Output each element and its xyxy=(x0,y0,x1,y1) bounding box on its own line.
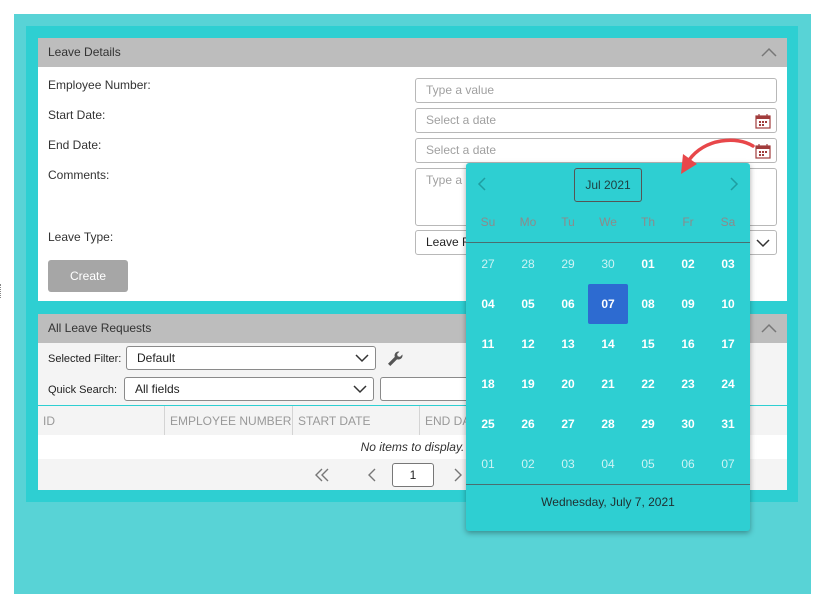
chevron-down-icon[interactable] xyxy=(353,384,367,394)
calendar-day[interactable]: 11 xyxy=(468,324,508,364)
calendar-divider xyxy=(466,242,750,243)
calendar-day-other-month[interactable]: 28 xyxy=(508,244,548,284)
calendar-day[interactable]: 22 xyxy=(628,364,668,404)
calendar-day[interactable]: 13 xyxy=(548,324,588,364)
employee-number-input[interactable]: Type a value xyxy=(415,78,777,103)
calendar-day[interactable]: 30 xyxy=(668,404,708,444)
calendar-day-other-month[interactable]: 03 xyxy=(548,444,588,484)
calendar-day[interactable]: 26 xyxy=(508,404,548,444)
first-page-icon[interactable] xyxy=(314,468,330,482)
calendar-day[interactable]: 27 xyxy=(548,404,588,444)
calendar-day-other-month[interactable]: 04 xyxy=(588,444,628,484)
page-number-input[interactable]: 1 xyxy=(392,463,434,487)
comments-label: Comments: xyxy=(48,168,110,182)
chevron-up-icon[interactable] xyxy=(761,46,777,58)
leave-details-title: Leave Details xyxy=(48,45,121,59)
splitter-handle[interactable] xyxy=(0,284,2,298)
calendar-day[interactable]: 31 xyxy=(708,404,748,444)
calendar-day-other-month[interactable]: 06 xyxy=(668,444,708,484)
leave-type-value: Leave F xyxy=(426,235,470,249)
calendar-day[interactable]: 14 xyxy=(588,324,628,364)
leave-requests-title: All Leave Requests xyxy=(48,321,152,335)
calendar-day[interactable]: 09 xyxy=(668,284,708,324)
selected-filter-label: Selected Filter: xyxy=(48,353,122,365)
annotation-arrow-icon xyxy=(681,138,755,174)
calendar-day[interactable]: 06 xyxy=(548,284,588,324)
end-date-label: End Date: xyxy=(48,138,102,152)
calendar-day[interactable]: 01 xyxy=(628,244,668,284)
weekday-label: Su xyxy=(480,215,496,229)
calendar-day-other-month[interactable]: 07 xyxy=(708,444,748,484)
calendar-day[interactable]: 03 xyxy=(708,244,748,284)
chevron-down-icon[interactable] xyxy=(355,353,369,363)
column-id[interactable]: ID xyxy=(38,406,165,436)
calendar-day[interactable]: 02 xyxy=(668,244,708,284)
calendar-day[interactable]: 12 xyxy=(508,324,548,364)
calendar-day[interactable]: 05 xyxy=(508,284,548,324)
calendar-day[interactable]: 10 xyxy=(708,284,748,324)
quick-search-select[interactable]: All fields xyxy=(124,377,374,401)
leave-details-header[interactable]: Leave Details xyxy=(38,38,787,67)
calendar-day-other-month[interactable]: 02 xyxy=(508,444,548,484)
calendar-day[interactable]: 04 xyxy=(468,284,508,324)
start-date-placeholder: Select a date xyxy=(426,113,497,127)
calendar-day[interactable]: 19 xyxy=(508,364,548,404)
weekday-label: Fr xyxy=(682,215,694,229)
calendar-day[interactable]: 29 xyxy=(628,404,668,444)
weekday-row: Su Mo Tu We Th Fr Sa xyxy=(466,215,750,235)
selected-date-footer[interactable]: Wednesday, July 7, 2021 xyxy=(466,495,750,509)
calendar-day[interactable]: 15 xyxy=(628,324,668,364)
employee-number-placeholder: Type a value xyxy=(426,83,495,97)
calendar-day[interactable]: 25 xyxy=(468,404,508,444)
calendar-day[interactable]: 07 xyxy=(588,284,628,324)
calendar-day[interactable]: 28 xyxy=(588,404,628,444)
calendar-day-other-month[interactable]: 01 xyxy=(468,444,508,484)
weekday-label: We xyxy=(599,215,617,229)
calendar-day-other-month[interactable]: 30 xyxy=(588,244,628,284)
column-start-date[interactable]: START DATE xyxy=(293,406,420,436)
selected-filter-value: Default xyxy=(137,351,176,365)
employee-number-label: Employee Number: xyxy=(48,78,151,92)
weekday-label: Tu xyxy=(561,215,575,229)
date-picker-popup: Jul 2021 Su Mo Tu We Th Fr Sa 27 28 29 30 01 02 03 04… xyxy=(466,163,750,531)
chevron-down-icon[interactable] xyxy=(756,238,770,248)
calendar-day[interactable]: 08 xyxy=(628,284,668,324)
quick-search-label: Quick Search: xyxy=(48,384,118,396)
calendar-day[interactable]: 20 xyxy=(548,364,588,404)
calendar-day-other-month[interactable]: 05 xyxy=(628,444,668,484)
calendar-day[interactable]: 21 xyxy=(588,364,628,404)
calendar-day-other-month[interactable]: 29 xyxy=(548,244,588,284)
start-date-label: Start Date: xyxy=(48,108,106,122)
month-year-title[interactable]: Jul 2021 xyxy=(574,168,642,202)
calendar-day[interactable]: 18 xyxy=(468,364,508,404)
calendar-divider xyxy=(466,484,750,485)
weekday-label: Sa xyxy=(720,215,736,229)
column-employee-number[interactable]: EMPLOYEE NUMBER xyxy=(165,406,293,436)
create-button[interactable]: Create xyxy=(48,260,128,292)
calendar-day[interactable]: 23 xyxy=(668,364,708,404)
quick-search-input[interactable] xyxy=(380,377,480,401)
start-date-input[interactable]: Select a date xyxy=(415,108,777,133)
chevron-up-icon[interactable] xyxy=(761,322,777,334)
quick-search-value: All fields xyxy=(135,382,180,396)
previous-page-icon[interactable] xyxy=(364,468,380,482)
previous-month-icon[interactable] xyxy=(476,177,488,191)
leave-type-label: Leave Type: xyxy=(48,230,114,244)
next-page-icon[interactable] xyxy=(450,468,466,482)
calendar-day[interactable]: 16 xyxy=(668,324,708,364)
calendar-day[interactable]: 17 xyxy=(708,324,748,364)
weekday-label: Th xyxy=(640,215,655,229)
wrench-icon[interactable] xyxy=(386,350,404,368)
calendar-day[interactable]: 24 xyxy=(708,364,748,404)
end-date-placeholder: Select a date xyxy=(426,143,497,157)
comments-placeholder: Type a xyxy=(426,173,463,187)
calendar-icon[interactable] xyxy=(755,113,771,129)
calendar-day-other-month[interactable]: 27 xyxy=(468,244,508,284)
weekday-label: Mo xyxy=(519,215,537,229)
selected-filter-select[interactable]: Default xyxy=(126,346,376,370)
calendar-icon[interactable] xyxy=(755,143,771,159)
